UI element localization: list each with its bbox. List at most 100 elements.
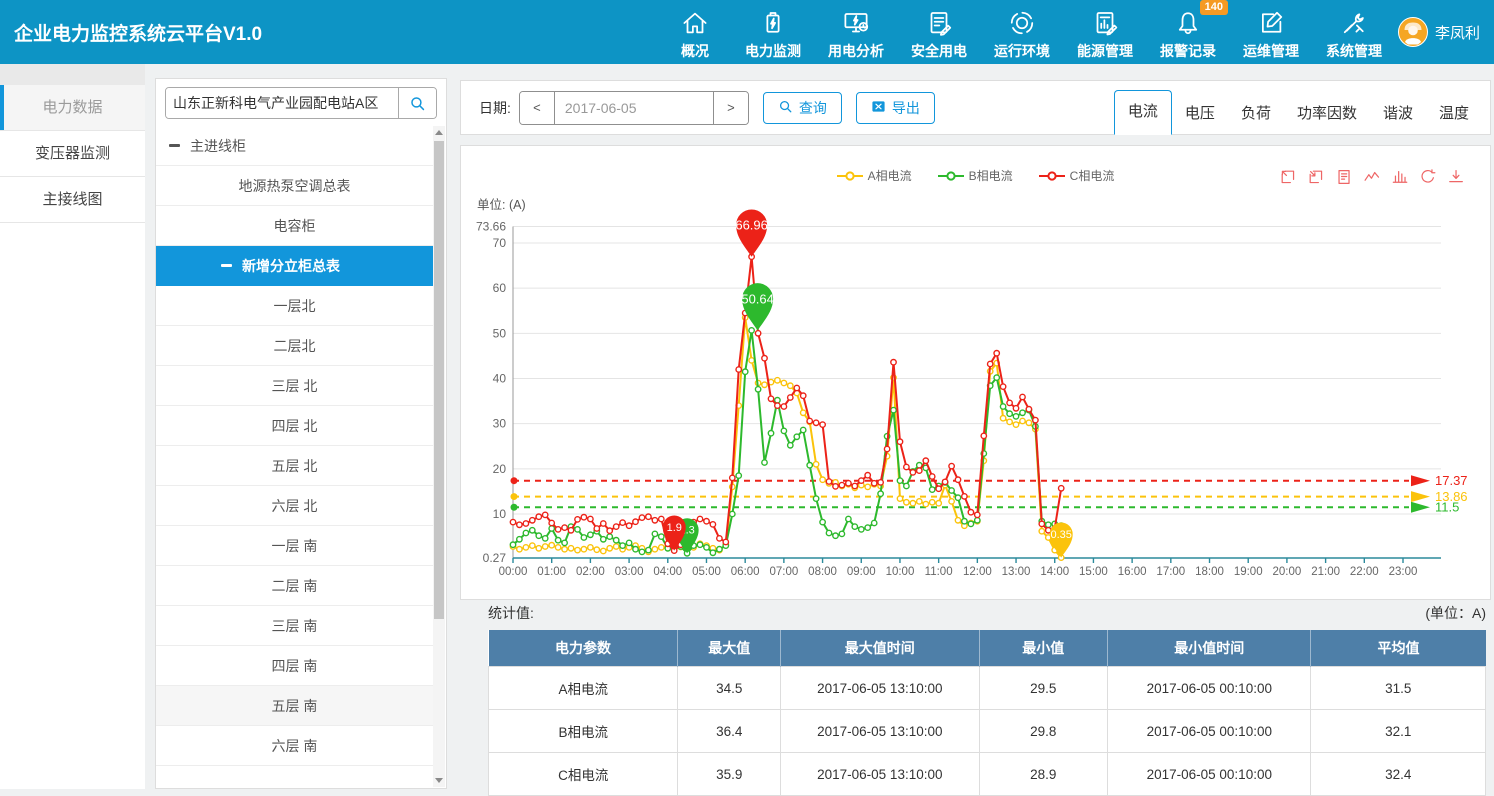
tree-node-label: 六层 南 — [272, 736, 318, 756]
main-nav: 概况 电力监测 用电分析 安全用电 运行环境 能源管理 140 报警记录 运维管… — [672, 3, 1382, 61]
tree-node-label: 三层 南 — [272, 616, 318, 636]
stats-cell: C相电流 — [489, 753, 678, 796]
x-tick-label: 07:00 — [769, 566, 798, 578]
legend-item-2[interactable]: C相电流 — [1039, 167, 1115, 184]
environment-icon — [1007, 8, 1037, 38]
sidebar-item-1[interactable]: 变压器监测 — [0, 131, 145, 177]
y-tick-label: 70 — [493, 236, 507, 250]
collapse-icon[interactable] — [221, 264, 232, 267]
tree-scrollbar — [433, 126, 445, 787]
y-tick-label: 40 — [493, 372, 507, 386]
download-icon[interactable] — [1447, 168, 1464, 185]
marker-pin-value: 50.64 — [741, 291, 774, 306]
data-view-icon[interactable] — [1335, 168, 1352, 185]
stats-cell: 36.4 — [678, 710, 781, 753]
user-name: 李凤利 — [1435, 22, 1480, 43]
sidebar-item-0[interactable]: 电力数据 — [0, 85, 145, 131]
legend-item-1[interactable]: B相电流 — [938, 167, 1013, 184]
tree-node-label: 四层 南 — [272, 656, 318, 676]
nav-item-6[interactable]: 140 报警记录 — [1160, 3, 1216, 61]
y-tick-label: 10 — [493, 507, 507, 521]
tree-node-0[interactable]: 主进线柜 — [156, 126, 433, 166]
zoom-select-icon[interactable] — [1279, 168, 1296, 185]
y-tick-label: 60 — [493, 281, 507, 295]
stats-cell: 2017-06-05 00:10:00 — [1108, 710, 1311, 753]
tree-node-8[interactable]: 五层 北 — [156, 446, 433, 486]
nav-item-1[interactable]: 电力监测 — [745, 3, 801, 61]
line-chart-icon[interactable] — [1363, 168, 1380, 185]
stats-col-header: 平均值 — [1311, 630, 1486, 667]
date-input[interactable]: 2017-06-05 — [555, 92, 713, 124]
legend-marker-icon — [837, 171, 863, 181]
tree-node-1[interactable]: 地源热泵空调总表 — [156, 166, 433, 206]
zoom-select-icon — [1279, 168, 1296, 185]
nav-item-8[interactable]: 系统管理 — [1326, 3, 1382, 61]
x-tick-label: 14:00 — [1040, 566, 1069, 578]
export-button[interactable]: 导出 — [856, 92, 935, 124]
date-prev-button[interactable]: < — [520, 92, 555, 124]
x-tick-label: 18:00 — [1195, 566, 1224, 578]
nav-item-0[interactable]: 概况 — [672, 3, 718, 61]
tree-node-14[interactable]: 五层 南 — [156, 686, 433, 726]
marker-pin-value: 0.35 — [1050, 529, 1071, 541]
tree-node-15[interactable]: 六层 南 — [156, 726, 433, 766]
scroll-up-arrow[interactable] — [433, 126, 445, 139]
stats-cell: 29.8 — [979, 710, 1108, 753]
tree-node-2[interactable]: 电容柜 — [156, 206, 433, 246]
tab-谐波[interactable]: 谐波 — [1370, 93, 1426, 135]
tab-功率因数[interactable]: 功率因数 — [1284, 93, 1370, 135]
stats-cell: B相电流 — [489, 710, 678, 753]
device-tree: 主进线柜地源热泵空调总表电容柜新增分立柜总表一层北二层北三层 北四层 北五层 北… — [156, 126, 433, 788]
scroll-down-arrow[interactable] — [433, 774, 445, 787]
collapse-icon[interactable] — [169, 144, 180, 147]
query-button[interactable]: 查询 — [763, 92, 842, 124]
tree-node-label: 一层北 — [274, 296, 316, 316]
tree-node-11[interactable]: 二层 南 — [156, 566, 433, 606]
nav-item-label: 系统管理 — [1326, 41, 1382, 61]
nav-item-5[interactable]: 能源管理 — [1077, 3, 1133, 61]
tree-node-4[interactable]: 一层北 — [156, 286, 433, 326]
nav-item-2[interactable]: 用电分析 — [828, 3, 884, 61]
tree-node-6[interactable]: 三层 北 — [156, 366, 433, 406]
tab-电压[interactable]: 电压 — [1172, 93, 1228, 135]
tab-电流[interactable]: 电流 — [1114, 90, 1172, 135]
tree-node-3[interactable]: 新增分立柜总表 — [156, 246, 433, 286]
magnifier-icon — [778, 99, 793, 114]
tree-node-13[interactable]: 四层 南 — [156, 646, 433, 686]
query-button-label: 查询 — [799, 98, 827, 118]
restore-icon[interactable] — [1419, 168, 1436, 185]
y-tick-label: 30 — [493, 417, 507, 431]
stats-cell: 2017-06-05 13:10:00 — [781, 753, 979, 796]
system-manage-icon — [1339, 8, 1369, 38]
x-tick-label: 20:00 — [1273, 566, 1302, 578]
search-button[interactable] — [398, 88, 436, 118]
stats-col-header: 最小值 — [979, 630, 1108, 667]
x-tick-label: 12:00 — [963, 566, 992, 578]
marker-pin-value: 66.96 — [735, 218, 768, 233]
avg-line-label: 11.5 — [1435, 500, 1459, 515]
tree-node-10[interactable]: 一层 南 — [156, 526, 433, 566]
zoom-reset-icon[interactable] — [1307, 168, 1324, 185]
tab-负荷[interactable]: 负荷 — [1228, 93, 1284, 135]
stats-cell: 28.9 — [979, 753, 1108, 796]
tree-node-12[interactable]: 三层 南 — [156, 606, 433, 646]
search-input[interactable] — [166, 88, 398, 118]
y-tick-label: 0.27 — [483, 551, 507, 565]
x-tick-label: 22:00 — [1350, 566, 1379, 578]
tree-node-5[interactable]: 二层北 — [156, 326, 433, 366]
energy-manage-icon — [1090, 8, 1120, 38]
bar-chart-icon[interactable] — [1391, 168, 1408, 185]
tab-温度[interactable]: 温度 — [1426, 93, 1482, 135]
tree-node-7[interactable]: 四层 北 — [156, 406, 433, 446]
nav-item-3[interactable]: 安全用电 — [911, 3, 967, 61]
user-chip[interactable]: 李凤利 — [1398, 17, 1480, 47]
scrollbar-thumb[interactable] — [434, 141, 444, 619]
nav-item-4[interactable]: 运行环境 — [994, 3, 1050, 61]
legend-item-0[interactable]: A相电流 — [837, 167, 912, 184]
nav-item-7[interactable]: 运维管理 — [1243, 3, 1299, 61]
sidebar-item-2[interactable]: 主接线图 — [0, 177, 145, 223]
date-next-button[interactable]: > — [713, 92, 748, 124]
nav-item-label: 概况 — [681, 41, 709, 61]
x-tick-label: 09:00 — [847, 566, 876, 578]
tree-node-9[interactable]: 六层 北 — [156, 486, 433, 526]
